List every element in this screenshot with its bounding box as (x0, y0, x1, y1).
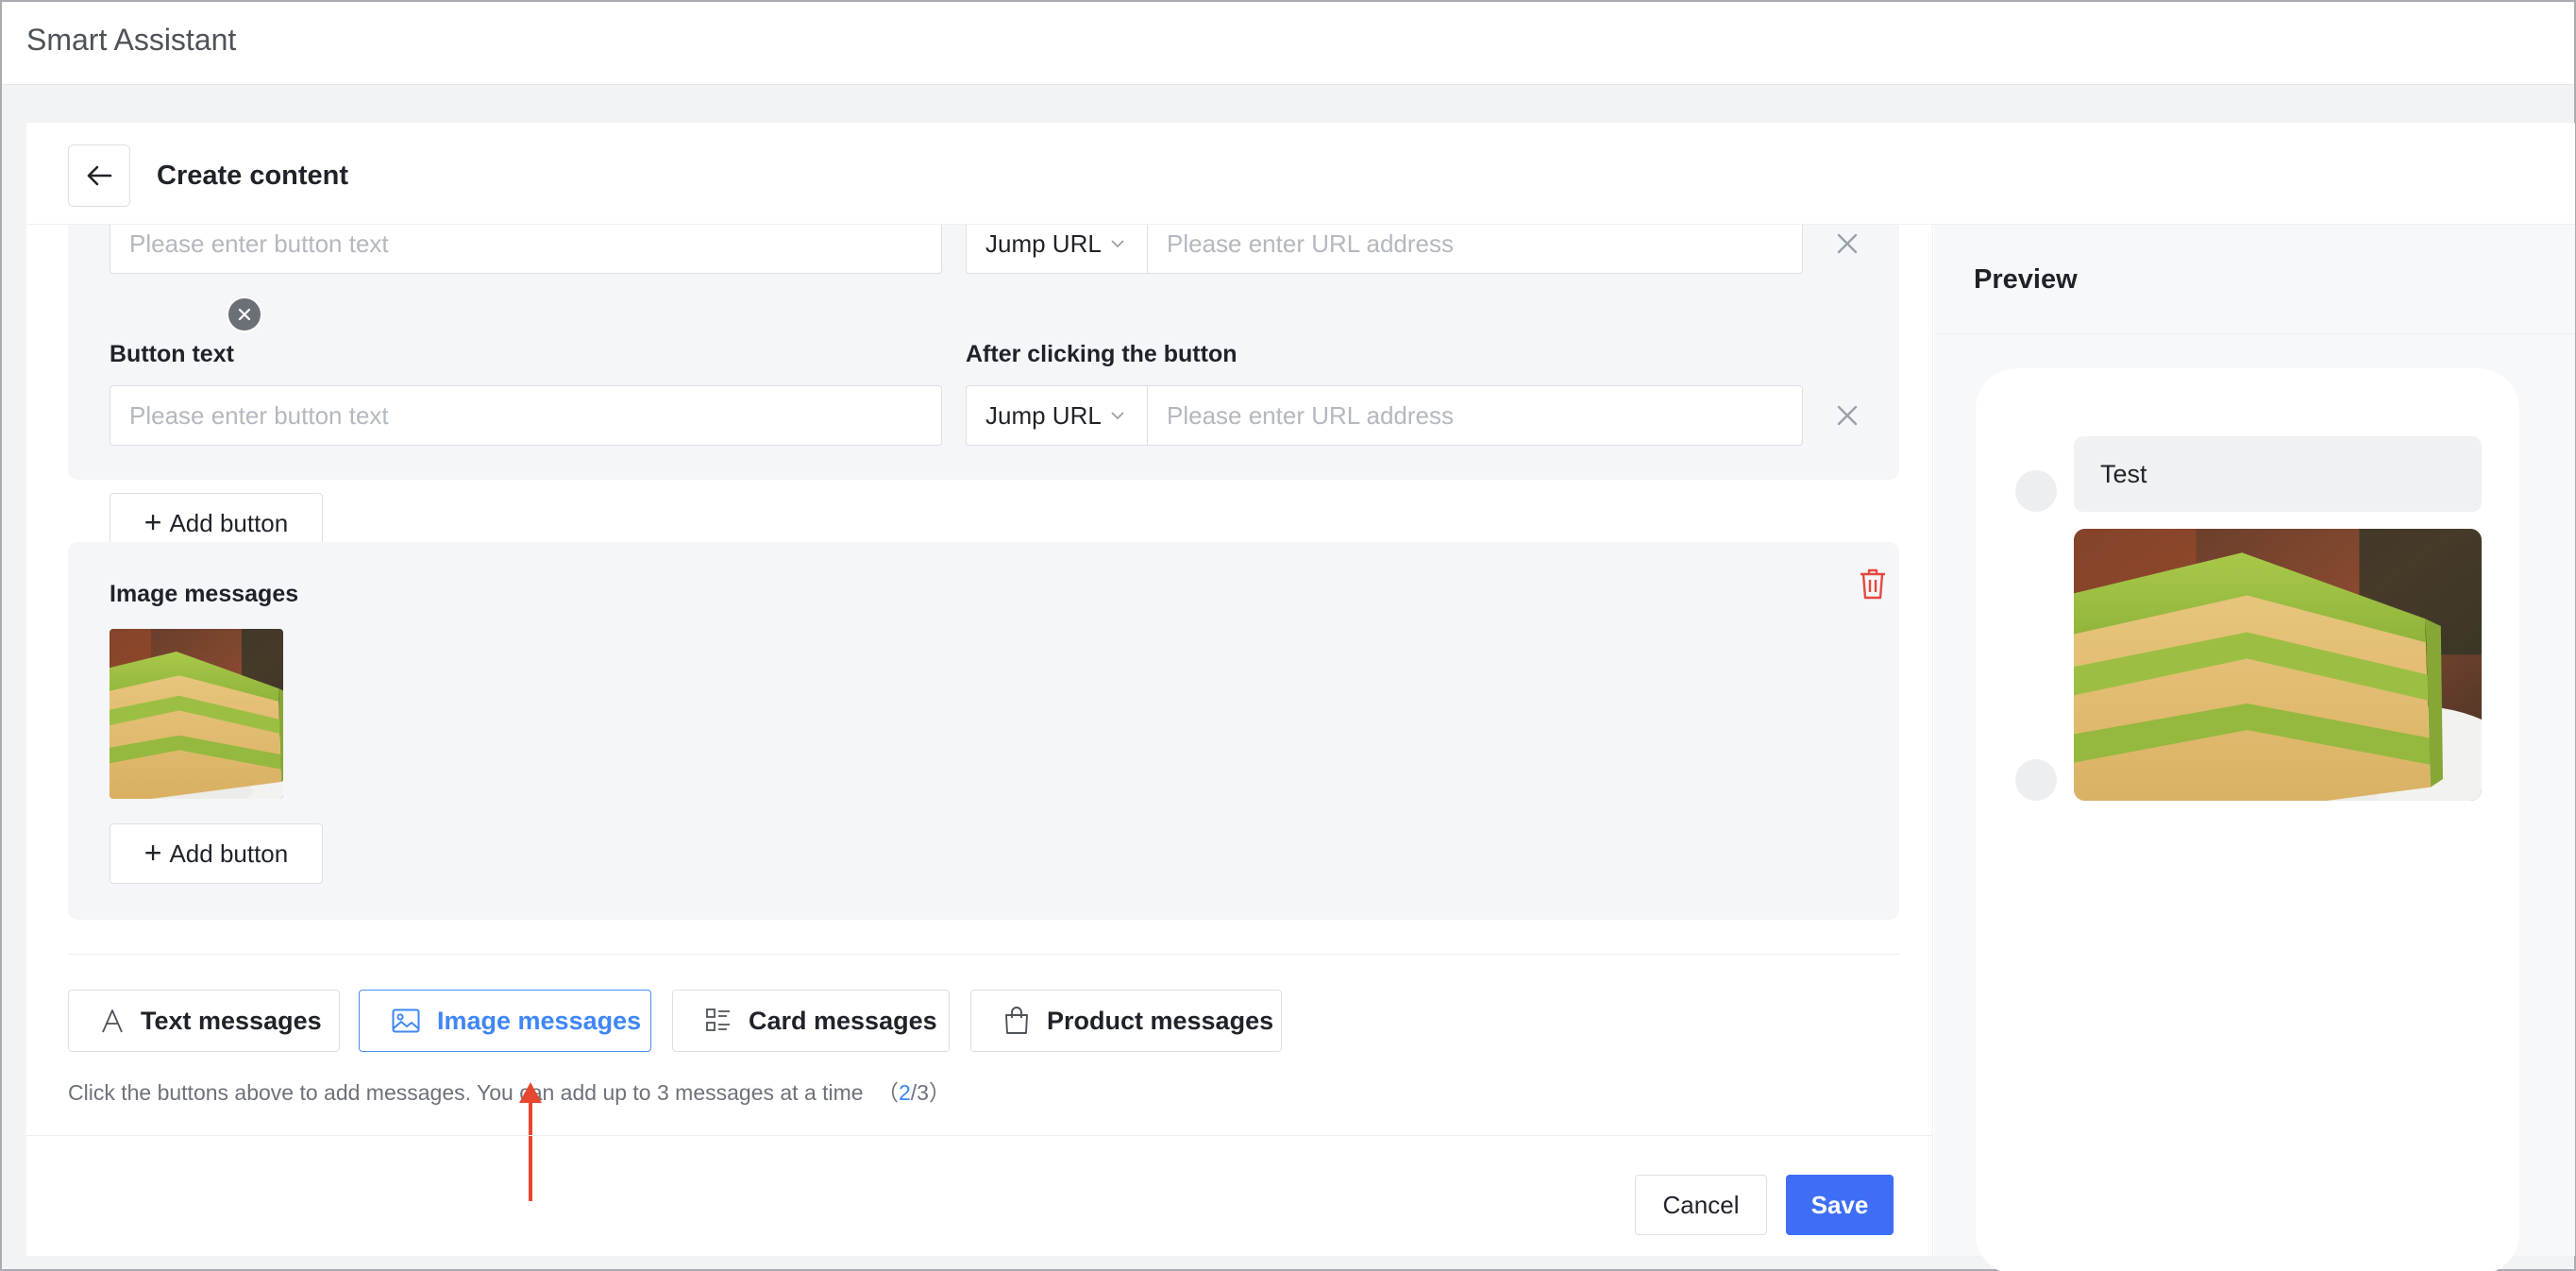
url-input[interactable]: Please enter URL address (1148, 225, 1803, 274)
image-icon (392, 1008, 420, 1033)
remove-image-button[interactable] (227, 297, 262, 332)
hint-close-paren: ） (928, 1080, 951, 1105)
after-click-select-value: Jump URL (985, 229, 1102, 258)
save-button[interactable]: Save (1786, 1175, 1894, 1235)
app-header: Smart Assistant (2, 2, 2574, 85)
app-title: Smart Assistant (26, 23, 237, 57)
shopping-bag-icon (1005, 1007, 1028, 1034)
image-message-card: Image messages + Add button (68, 542, 1899, 920)
button-message-card: Please enter button text Jump URL Please… (68, 225, 1899, 553)
page-header: Create content (26, 123, 2575, 225)
button-text-input[interactable]: Please enter button text (109, 385, 942, 446)
message-count-max: /3 (910, 1080, 929, 1105)
avatar (2015, 470, 2057, 512)
add-button-button[interactable]: + Add button (109, 823, 323, 884)
avatar (2015, 759, 2057, 801)
plus-icon: + (143, 835, 162, 870)
product-messages-label: Product messages (1047, 1006, 1274, 1035)
after-click-select[interactable]: Jump URL (966, 385, 1148, 446)
button-text-input[interactable]: Please enter button text (109, 225, 942, 274)
card-messages-label: Card messages (749, 1006, 937, 1035)
add-text-message-button[interactable]: Text messages (68, 990, 340, 1052)
after-click-label: After clicking the button (966, 341, 1237, 367)
cancel-button[interactable]: Cancel (1635, 1175, 1767, 1235)
add-button-label: Add button (169, 839, 289, 868)
card-list-icon (706, 1008, 730, 1031)
annotation-arrow (519, 1082, 542, 1201)
after-click-select[interactable]: Jump URL (966, 225, 1148, 274)
plus-icon: + (143, 504, 162, 539)
trash-icon[interactable] (1858, 567, 1888, 601)
text-icon (102, 1009, 123, 1033)
text-message-bubble: Test (2074, 436, 2482, 512)
preview-header: Preview (1934, 225, 2575, 334)
after-click-select-value: Jump URL (985, 401, 1102, 430)
add-card-message-button[interactable]: Card messages (672, 990, 950, 1052)
footer-divider (26, 1135, 1932, 1136)
message-editor[interactable]: Please enter button text Jump URL Please… (26, 225, 1933, 1256)
add-image-message-button[interactable]: Image messages (359, 990, 651, 1052)
hint-text: Click the buttons above to add messages.… (68, 1080, 864, 1105)
uploaded-image-thumbnail (109, 629, 283, 799)
app-window: Smart Assistant Create content Please en… (0, 0, 2576, 1271)
divider (68, 954, 1899, 955)
phone-preview: Test (1976, 368, 2519, 1271)
remove-row-icon[interactable] (1833, 229, 1861, 258)
message-count-current: 2 (898, 1080, 911, 1105)
button-text-label: Button text (109, 341, 234, 367)
image-messages-label: Image messages (109, 581, 299, 607)
text-messages-label: Text messages (141, 1006, 322, 1035)
preview-pane: Preview Test (1934, 225, 2575, 1271)
url-input[interactable]: Please enter URL address (1148, 385, 1803, 446)
chevron-down-icon (1111, 240, 1124, 248)
back-button[interactable] (68, 144, 130, 207)
message-limit-hint: Click the buttons above to add messages.… (68, 1078, 951, 1107)
image-message-preview (2074, 529, 2482, 801)
remove-row-icon[interactable] (1833, 401, 1861, 430)
close-icon (238, 308, 251, 321)
preview-title: Preview (1974, 264, 2078, 295)
arrow-left-icon (87, 165, 112, 186)
image-messages-button-label: Image messages (437, 1006, 642, 1035)
add-button-label: Add button (169, 508, 289, 537)
add-product-message-button[interactable]: Product messages (970, 990, 1282, 1052)
content-panel: Create content Please enter button text … (26, 123, 2575, 1271)
page-title: Create content (157, 161, 349, 191)
hint-open-paren: （ (876, 1080, 899, 1105)
chevron-down-icon (1111, 412, 1124, 420)
